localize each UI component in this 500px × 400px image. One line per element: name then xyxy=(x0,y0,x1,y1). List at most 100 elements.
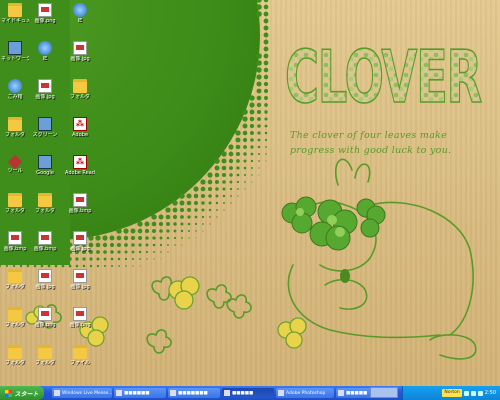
pc-icon xyxy=(38,155,52,169)
globe-icon xyxy=(73,3,87,17)
desktop-icon-label: 画像.bmp xyxy=(33,246,57,252)
desktop-icon[interactable]: ツール xyxy=(1,154,29,174)
folder-icon xyxy=(8,3,22,17)
desktop-icon-label: 画像.jpg xyxy=(70,246,90,252)
folder-icon xyxy=(8,345,22,359)
desktop-icon[interactable]: 画像.png xyxy=(65,307,95,328)
desktop-icon-label: フォルダ xyxy=(4,284,25,290)
pc-icon xyxy=(8,41,22,55)
folder-icon xyxy=(73,345,87,359)
desktop-icon-label: 画像.bmp xyxy=(3,246,27,252)
desktop-icon-label: ネットワーク xyxy=(1,56,29,62)
norton-tray-icon[interactable]: Norton xyxy=(442,389,462,397)
pc-icon xyxy=(38,117,52,131)
windows-logo-icon xyxy=(5,389,13,397)
doc-icon xyxy=(8,231,22,245)
desktop-icon[interactable]: ごみ箱 xyxy=(1,79,29,100)
doc-icon xyxy=(73,41,87,55)
language-bar[interactable] xyxy=(370,387,398,398)
tray-icon[interactable] xyxy=(463,390,469,396)
desktop-icon-label: 画像.png xyxy=(34,18,56,24)
desktop-icon[interactable]: 画像.jpg xyxy=(65,41,95,62)
taskbar-button[interactable]: Windows Live Messe... xyxy=(52,388,112,398)
volume-icon[interactable] xyxy=(477,390,483,396)
taskbar-button-label: ■■■■■■ xyxy=(124,390,150,396)
folder-icon xyxy=(8,269,22,283)
desktop-icon-label: 画像.jpg xyxy=(35,284,55,290)
folder-icon xyxy=(38,345,52,359)
globe-icon xyxy=(38,41,52,55)
desktop-icon-label: フォルダ xyxy=(69,94,90,100)
desktop-icon[interactable]: フォルダ xyxy=(1,269,29,290)
desktop-icon-label: フォルダ xyxy=(4,132,25,138)
pdf-icon: ⁂ xyxy=(73,155,87,169)
desktop-icon-label: フォルダ xyxy=(4,208,25,214)
desktop-icon[interactable]: ⁂ Adobe xyxy=(65,117,95,138)
taskbar-button[interactable]: ■■■■■ xyxy=(222,388,274,398)
desktop-icon[interactable]: ファイル xyxy=(65,345,95,366)
start-button[interactable]: スタート xyxy=(0,386,44,400)
desktop-icon[interactable]: スクリーン xyxy=(30,117,60,138)
desktop-icon-label: 画像.jpg xyxy=(70,56,90,62)
desktop-icon[interactable]: フォルダ xyxy=(30,193,60,214)
desktop-icon-label: 画像.bmp xyxy=(68,208,92,214)
desktop-icon-label: IE xyxy=(42,56,48,62)
desktop-icon-label: ごみ箱 xyxy=(7,94,23,100)
app-icon xyxy=(116,390,122,396)
app-icon xyxy=(54,390,60,396)
taskbar-button[interactable]: Adobe Photoshop xyxy=(276,388,334,398)
desktop-icon[interactable]: 画像.jpg xyxy=(65,269,95,290)
desktop-icon[interactable]: 画像.bmp xyxy=(30,231,60,252)
desktop-icon[interactable]: 画像.png xyxy=(30,3,60,24)
doc-icon xyxy=(73,307,87,321)
desktop-icon-label: Adobe xyxy=(72,132,88,138)
desktop-icon[interactable]: フォルダ xyxy=(1,193,29,214)
desktop-icon[interactable]: 画像.jpg xyxy=(30,79,60,100)
taskbar-buttons: Windows Live Messe... ■■■■■■ ■■■■■■■ ■■■■■ A… xyxy=(50,388,384,398)
desktop-icon[interactable]: フォルダ xyxy=(30,345,60,366)
doc-icon xyxy=(38,3,52,17)
folder-icon xyxy=(8,193,22,207)
globe-icon xyxy=(8,79,22,93)
desktop-icon-label: フォルダ xyxy=(4,322,25,328)
desktop-icon[interactable]: ネットワーク xyxy=(1,41,29,62)
system-tray: Norton 2:50 xyxy=(402,386,500,400)
folder-icon xyxy=(8,117,22,131)
desktop-icon-label: フォルダ xyxy=(34,208,55,214)
desktop-icon[interactable]: マイドキュメント xyxy=(1,3,29,24)
desktop-icon-label: 画像.jpg xyxy=(70,284,90,290)
clock[interactable]: 2:50 xyxy=(485,390,496,396)
desktop-icon[interactable]: フォルダ xyxy=(65,79,95,100)
desktop-icon[interactable]: IE xyxy=(65,3,95,24)
desktop-icon[interactable]: フォルダ xyxy=(1,307,29,328)
pdf-icon: ⁂ xyxy=(73,117,87,131)
desktop-icon[interactable]: IE xyxy=(30,41,60,62)
taskbar-button[interactable]: ■■■■■■■ xyxy=(168,388,220,398)
desktop-icon[interactable]: ⁂Adobe Reader xyxy=(65,155,95,176)
desktop-icon-label: マイドキュメント xyxy=(1,18,29,24)
folder-icon xyxy=(38,193,52,207)
tray-icon[interactable] xyxy=(470,390,476,396)
tool-icon xyxy=(7,154,23,170)
desktop-icon[interactable]: 画像.bmp xyxy=(65,193,95,214)
taskbar-button[interactable]: ■■■■■■ xyxy=(114,388,166,398)
desktop-icon-label: 画像.png xyxy=(34,322,56,328)
desktop-icon[interactable]: 画像.jpg xyxy=(65,231,95,252)
desktop-icon[interactable]: フォルダ xyxy=(1,117,29,138)
doc-icon xyxy=(73,193,87,207)
desktop-icon[interactable]: フォルダ xyxy=(1,345,29,366)
folder-icon xyxy=(73,79,87,93)
start-button-label: スタート xyxy=(14,390,39,398)
desktop-icon[interactable]: 画像.bmp xyxy=(1,231,29,252)
taskbar-button-label: Adobe Photoshop xyxy=(286,390,326,396)
taskbar-button-label: ■■■■■ xyxy=(232,390,254,396)
desktop-icon[interactable]: Google xyxy=(30,155,60,176)
desktop-icon[interactable]: 画像.png xyxy=(30,307,60,328)
desktop-icon-label: Adobe Reader xyxy=(65,170,95,176)
taskbar-button-label: ■■■■■ xyxy=(346,390,368,396)
app-icon xyxy=(338,390,344,396)
desktop-icon[interactable]: 画像.jpg xyxy=(30,269,60,290)
desktop-icon-label: 画像.png xyxy=(69,322,91,328)
doc-icon xyxy=(38,79,52,93)
doc-icon xyxy=(38,307,52,321)
